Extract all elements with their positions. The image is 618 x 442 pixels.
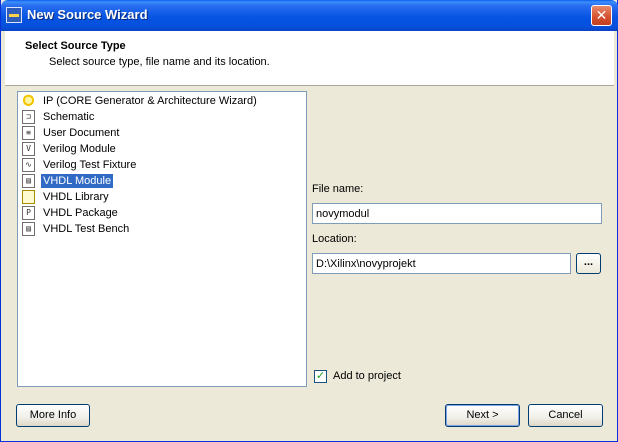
- more-info-button[interactable]: More Info: [16, 404, 90, 427]
- source-type-label: VHDL Module: [41, 174, 114, 188]
- vhdl-test-bench-icon: ▤: [22, 222, 35, 236]
- source-type-label: Verilog Module: [43, 143, 116, 155]
- file-name-input[interactable]: [312, 203, 602, 224]
- source-type-label: VHDL Package: [43, 207, 118, 219]
- vhdl-module-icon: ▤: [22, 174, 35, 188]
- window-title: New Source Wizard: [27, 7, 148, 22]
- header-subtitle: Select source type, file name and its lo…: [49, 56, 270, 68]
- new-source-wizard-window: New Source Wizard ✕ Select Source Type S…: [0, 0, 618, 442]
- source-type-item-user-document[interactable]: ≡ User Document: [22, 125, 121, 141]
- vhdl-library-icon: [22, 190, 35, 204]
- next-button[interactable]: Next >: [445, 404, 520, 427]
- add-to-project-checkbox[interactable]: ✓: [314, 370, 327, 383]
- source-type-item-vhdl-library[interactable]: VHDL Library: [22, 189, 111, 205]
- browse-button[interactable]: ...: [576, 253, 601, 274]
- source-type-item-verilog-test-fixture[interactable]: ∿ Verilog Test Fixture: [22, 157, 138, 173]
- source-type-label: IP (CORE Generator & Architecture Wizard…: [43, 95, 257, 107]
- close-button[interactable]: ✕: [591, 5, 612, 26]
- close-icon: ✕: [595, 7, 608, 23]
- location-label: Location:: [312, 233, 357, 245]
- checkmark-icon: ✓: [315, 370, 326, 382]
- source-type-label: Schematic: [43, 111, 95, 123]
- app-icon: [6, 7, 22, 23]
- source-type-item-ip[interactable]: IP (CORE Generator & Architecture Wizard…: [22, 93, 259, 109]
- lightbulb-icon: [22, 94, 35, 108]
- verilog-test-fixture-icon: ∿: [22, 158, 35, 172]
- header-title: Select Source Type: [25, 40, 126, 52]
- schematic-icon: ⊐: [22, 110, 35, 124]
- source-type-item-vhdl-test-bench[interactable]: ▤ VHDL Test Bench: [22, 221, 131, 237]
- source-type-label: VHDL Test Bench: [43, 223, 130, 235]
- title-bar[interactable]: New Source Wizard ✕: [1, 0, 618, 31]
- location-input[interactable]: [312, 253, 571, 274]
- source-type-label: VHDL Library: [43, 191, 109, 203]
- add-to-project-label[interactable]: Add to project: [333, 370, 401, 382]
- source-type-item-vhdl-module[interactable]: ▤ VHDL Module: [22, 173, 114, 189]
- file-name-label: File name:: [312, 183, 364, 195]
- wizard-header: Select Source Type Select source type, f…: [5, 31, 614, 86]
- source-type-item-verilog-module[interactable]: V Verilog Module: [22, 141, 118, 157]
- source-type-list[interactable]: IP (CORE Generator & Architecture Wizard…: [17, 91, 307, 387]
- source-type-label: User Document: [43, 127, 120, 139]
- source-type-item-schematic[interactable]: ⊐ Schematic: [22, 109, 96, 125]
- vhdl-package-icon: P: [22, 206, 35, 220]
- verilog-module-icon: V: [22, 142, 35, 156]
- source-type-label: Verilog Test Fixture: [43, 159, 137, 171]
- source-type-item-vhdl-package[interactable]: P VHDL Package: [22, 205, 120, 221]
- document-icon: ≡: [22, 126, 35, 140]
- cancel-button[interactable]: Cancel: [528, 404, 603, 427]
